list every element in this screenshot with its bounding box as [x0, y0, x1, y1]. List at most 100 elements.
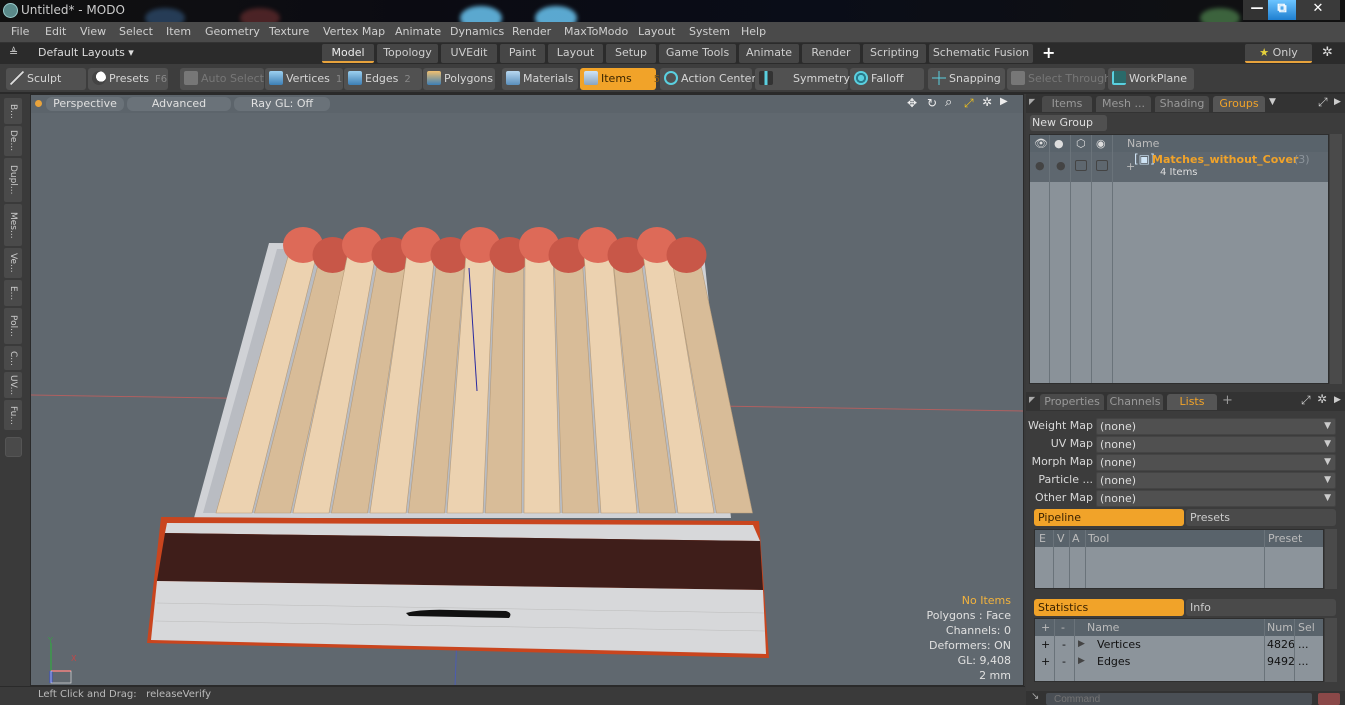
statistics-scrollbar[interactable] [1325, 618, 1337, 682]
polygons-button[interactable]: Polygons [423, 68, 495, 90]
select-column-icon[interactable]: ◉ [1096, 135, 1106, 152]
group-row[interactable]: ● ● + [▣] Matches_without_Cover (3) 4 It… [1030, 152, 1328, 182]
3d-viewport[interactable]: Perspective Advanced Ray GL: Off ✥ ↻ ⌕ ⤢… [30, 94, 1024, 686]
tab-groups[interactable]: Groups [1213, 96, 1265, 112]
edges-button[interactable]: Edges 2 [344, 68, 422, 90]
auto-select-button[interactable]: Auto Select [180, 68, 264, 90]
add-vertices-button[interactable]: + [1041, 636, 1050, 653]
materials-button[interactable]: Materials [502, 68, 578, 90]
tab-model[interactable]: Model [322, 44, 374, 63]
left-tab-b[interactable]: B... [4, 98, 22, 124]
lists-settings-icon[interactable]: ✲ [1317, 392, 1327, 406]
tab-properties[interactable]: Properties [1040, 394, 1104, 410]
statistics-tab[interactable]: Statistics [1034, 599, 1184, 616]
tab-items[interactable]: Items [1042, 96, 1092, 112]
viewport-settings-icon[interactable]: ✲ [982, 95, 992, 109]
row-lock-toggle[interactable] [1075, 160, 1087, 171]
presets-tab[interactable]: Presets [1186, 509, 1336, 526]
left-tab-polygon[interactable]: Pol... [4, 308, 22, 344]
left-tab-edge[interactable]: E... [4, 280, 22, 306]
tab-topology[interactable]: Topology [377, 44, 438, 63]
tab-schematic-fusion[interactable]: Schematic Fusion [929, 44, 1033, 63]
new-group-button[interactable]: New Group [1030, 115, 1107, 131]
menu-geometry[interactable]: Geometry [205, 25, 260, 38]
menu-system[interactable]: System [689, 25, 730, 38]
command-expand-icon[interactable]: ↘ [1031, 691, 1039, 702]
left-tab-expand-button[interactable] [5, 437, 22, 457]
falloff-button[interactable]: Falloff [850, 68, 924, 90]
pipeline-tab[interactable]: Pipeline [1034, 509, 1184, 526]
tab-channels[interactable]: Channels [1107, 394, 1163, 410]
menu-layout[interactable]: Layout [638, 25, 675, 38]
other-map-select[interactable]: (none) ▼ [1096, 490, 1336, 507]
weight-map-select[interactable]: (none) ▼ [1096, 418, 1336, 435]
tab-game-tools[interactable]: Game Tools [659, 44, 736, 63]
close-button[interactable]: ✕ [1296, 0, 1340, 20]
menu-file[interactable]: File [11, 25, 29, 38]
collapse-icon[interactable]: ≜ [9, 46, 18, 59]
tab-mesh[interactable]: Mesh ... [1096, 96, 1151, 112]
restore-button[interactable]: ⧉ [1268, 0, 1296, 20]
snapping-button[interactable]: Snapping [928, 68, 1005, 90]
left-tab-fusion[interactable]: Fu... [4, 400, 22, 430]
maximize-panel-icon[interactable]: ⤢ [1318, 95, 1328, 110]
stat-row-edges[interactable]: + - ▶ Edges 9492 ... [1035, 653, 1323, 670]
tab-setup[interactable]: Setup [606, 44, 656, 63]
menu-select[interactable]: Select [119, 25, 153, 38]
panel-arrow-icon[interactable]: ▶ [1334, 97, 1341, 107]
only-filter-button[interactable]: ★ Only [1245, 44, 1312, 63]
viewport-menu-dot-icon[interactable] [35, 100, 42, 107]
vertices-button[interactable]: Vertices 1 [265, 68, 343, 90]
stat-row-vertices[interactable]: + - ▶ Vertices 4826 ... [1035, 636, 1323, 653]
add-tab-button[interactable]: + [1222, 393, 1233, 408]
expand-arrow-icon[interactable]: ▶ [1078, 653, 1085, 670]
row-render-icon[interactable]: ● [1056, 159, 1066, 172]
minimize-button[interactable]: — [1243, 0, 1271, 20]
presets-button[interactable]: Presets F6 [88, 68, 168, 90]
sculpt-button[interactable]: Sculpt [6, 68, 86, 90]
render-column-icon[interactable]: ● [1054, 135, 1064, 152]
menu-edit[interactable]: Edit [45, 25, 66, 38]
row-visibility-icon[interactable]: ● [1035, 159, 1045, 172]
visibility-column-icon[interactable]: 👁 [1034, 135, 1048, 152]
panel-menu-icon[interactable]: ◤ [1029, 97, 1035, 106]
particle-map-select[interactable]: (none) ▼ [1096, 472, 1336, 489]
left-tab-c[interactable]: C... [4, 346, 22, 370]
row-select-toggle[interactable] [1096, 160, 1108, 171]
rotate-icon[interactable]: ↻ [927, 96, 937, 110]
groups-scrollbar[interactable] [1330, 134, 1342, 384]
left-tab-mesh[interactable]: Mes... [4, 204, 22, 246]
info-tab[interactable]: Info [1186, 599, 1336, 616]
default-layouts-dropdown[interactable]: Default Layouts ▾ [38, 46, 134, 59]
command-input[interactable] [1046, 693, 1312, 705]
tabs-dropdown-icon[interactable]: ▼ [1269, 97, 1276, 107]
zoom-icon[interactable]: ⌕ [945, 95, 952, 110]
raygl-button[interactable]: Ray GL: Off [234, 97, 330, 111]
menu-animate[interactable]: Animate [395, 25, 441, 38]
menu-dynamics[interactable]: Dynamics [450, 25, 504, 38]
menu-render[interactable]: Render [512, 25, 551, 38]
tab-animate[interactable]: Animate [739, 44, 799, 63]
tab-scripting[interactable]: Scripting [863, 44, 926, 63]
stat-sel[interactable]: ... [1298, 636, 1309, 653]
tab-paint[interactable]: Paint [500, 44, 545, 63]
action-center-button[interactable]: Action Center [660, 68, 756, 90]
shading-mode-button[interactable]: Advanced [127, 97, 231, 111]
left-tab-duplicate[interactable]: Dupl... [4, 158, 22, 202]
tab-render[interactable]: Render [802, 44, 860, 63]
left-tab-vertex[interactable]: Ve... [4, 248, 22, 278]
items-button[interactable]: Items 5 [580, 68, 660, 90]
select-through-button[interactable]: Select Through [1007, 68, 1111, 90]
uv-map-select[interactable]: (none) ▼ [1096, 436, 1336, 453]
view-mode-button[interactable]: Perspective [46, 97, 124, 111]
morph-map-select[interactable]: (none) ▼ [1096, 454, 1336, 471]
gear-icon[interactable]: ✲ [1322, 45, 1333, 60]
stat-sel[interactable]: ... [1298, 653, 1309, 670]
pan-icon[interactable]: ✥ [907, 96, 917, 110]
lists-panel-menu-icon[interactable]: ◤ [1029, 395, 1035, 404]
add-edges-button[interactable]: + [1041, 653, 1050, 670]
remove-vertices-button[interactable]: - [1062, 636, 1066, 653]
viewport-expand-arrow-icon[interactable]: ▶ [1000, 96, 1008, 107]
menu-view[interactable]: View [80, 25, 106, 38]
symmetry-button[interactable]: Symmetry [755, 68, 850, 90]
